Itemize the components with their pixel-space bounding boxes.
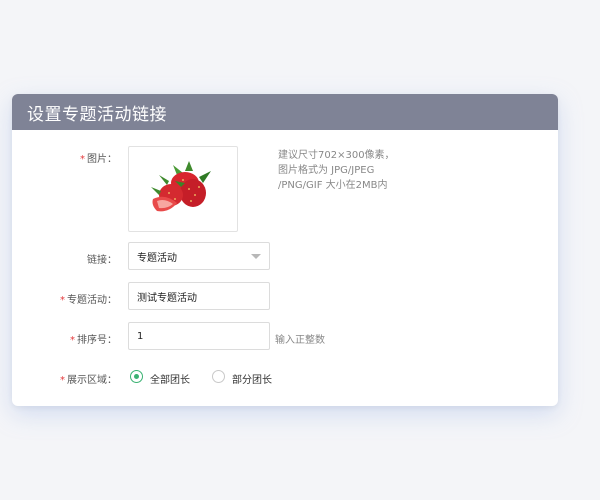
- strawberry-image: [151, 161, 211, 212]
- link-label: 链接：: [87, 255, 117, 266]
- radio-some-leaders[interactable]: [212, 370, 225, 383]
- topic-link-dialog: 设置专题活动链接 * 图片： 建议尺寸702×300像素， 图片格式为 JPG/…: [12, 94, 558, 406]
- sort-input[interactable]: [128, 322, 270, 350]
- required-mark: *: [60, 375, 65, 386]
- image-upload-box[interactable]: [128, 146, 238, 232]
- required-mark: *: [80, 154, 85, 165]
- required-mark: *: [60, 295, 65, 306]
- link-select[interactable]: 专题活动: [128, 242, 270, 270]
- radio-some-leaders-label[interactable]: 部分团长: [232, 371, 272, 386]
- radio-all-leaders-label[interactable]: 全部团长: [150, 371, 190, 386]
- required-mark: *: [70, 335, 75, 346]
- display-area-label: * 展示区域：: [60, 375, 117, 386]
- topic-label: * 专题活动：: [60, 295, 117, 306]
- caret-down-icon: [251, 254, 261, 259]
- link-select-value: 专题活动: [137, 252, 177, 264]
- image-label: * 图片：: [80, 154, 117, 165]
- topic-input[interactable]: [128, 282, 270, 310]
- sort-hint: 输入正整数: [275, 335, 325, 346]
- sort-label: * 排序号：: [70, 335, 117, 346]
- image-size-hint: 建议尺寸702×300像素， 图片格式为 JPG/JPEG /PNG/GIF 大…: [278, 150, 395, 191]
- radio-all-leaders[interactable]: [130, 370, 143, 383]
- dialog-title: 设置专题活动链接: [27, 104, 167, 125]
- dialog-header: 设置专题活动链接: [12, 94, 558, 130]
